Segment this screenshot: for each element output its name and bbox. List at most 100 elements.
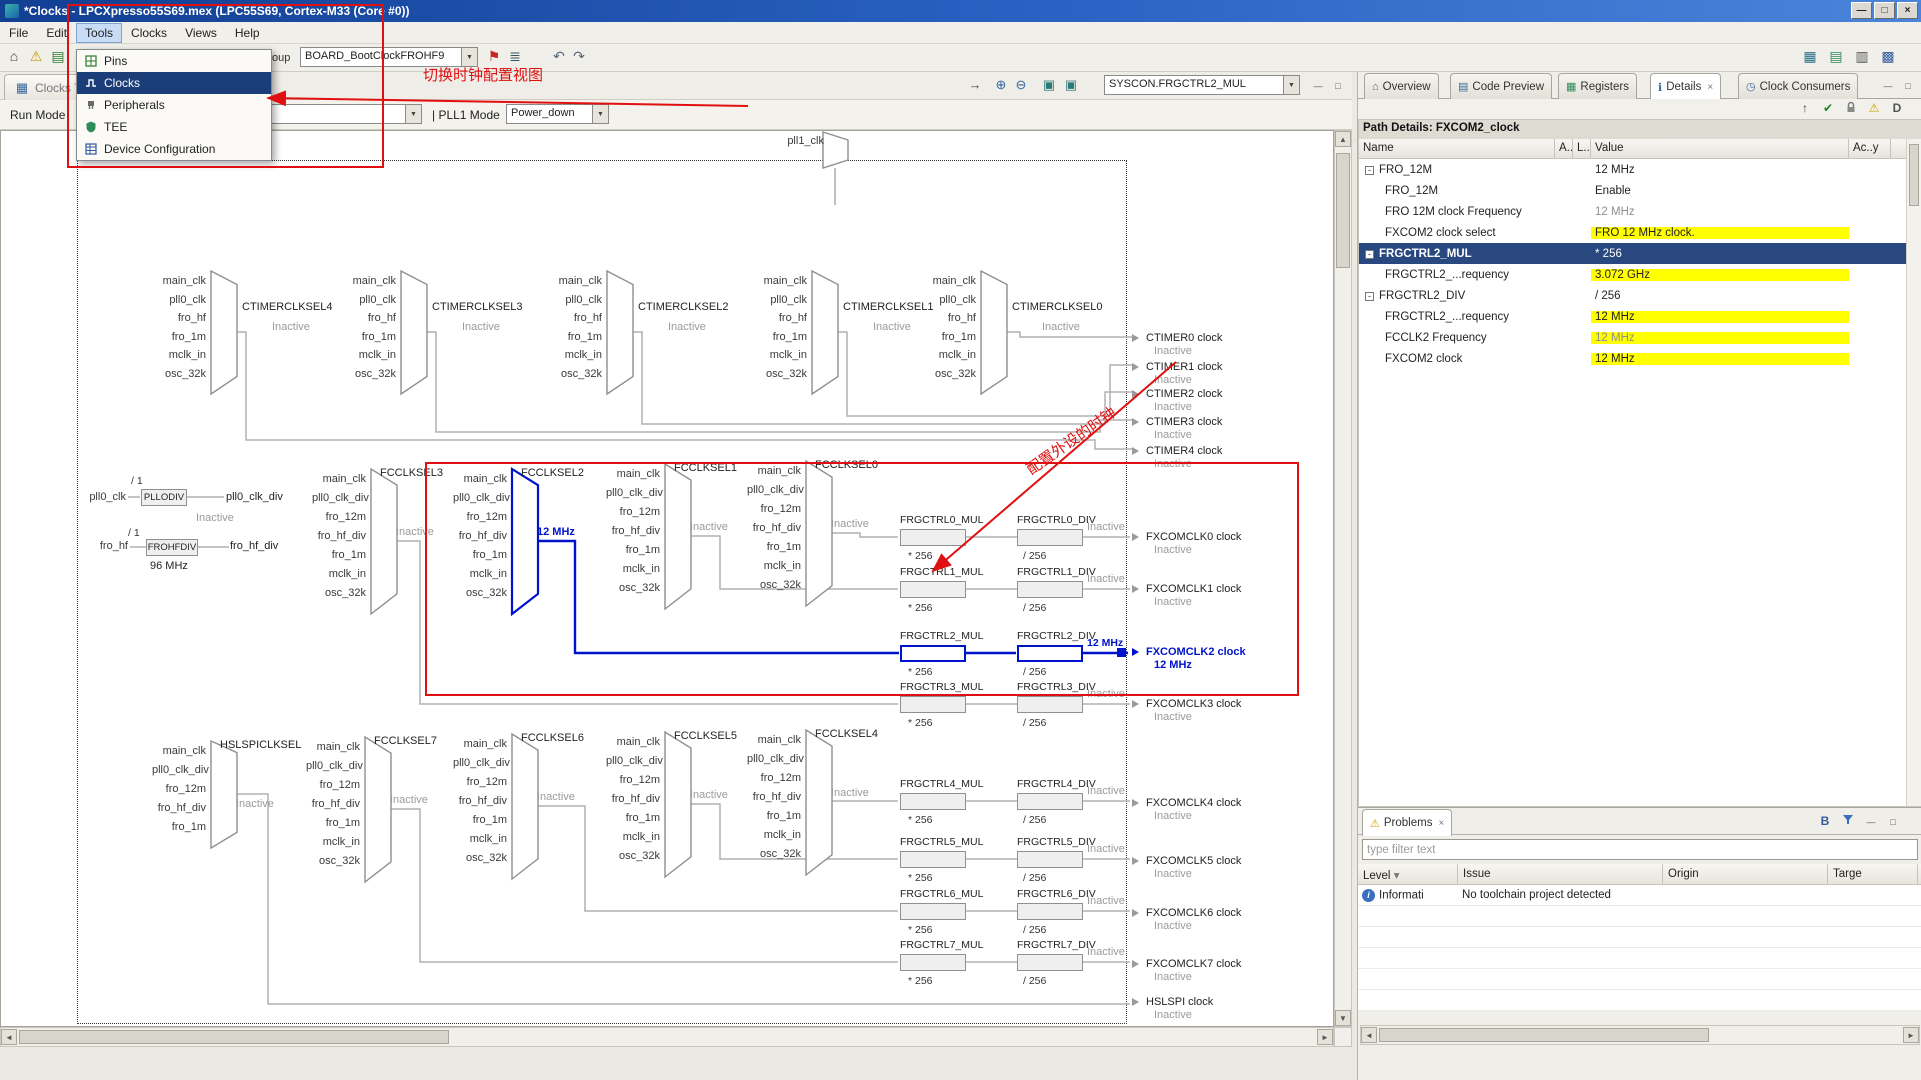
canvas-vertical-scrollbar[interactable]: ▲ ▼: [1334, 130, 1352, 1027]
menu-help[interactable]: Help: [226, 23, 269, 43]
scroll-right-icon[interactable]: ►: [1317, 1029, 1333, 1045]
details-row[interactable]: FRGCTRL2_...requency3.072 GHz: [1359, 264, 1921, 285]
tab-details[interactable]: ℹ Details ×: [1650, 73, 1721, 100]
undo-icon[interactable]: ↶: [549, 48, 569, 65]
scrollbar-thumb[interactable]: [1379, 1028, 1709, 1042]
close-tab-icon[interactable]: ×: [1707, 82, 1713, 93]
flag-icon[interactable]: ⚑: [484, 48, 504, 65]
problems-row[interactable]: iInformatiNo toolchain project detected: [1358, 885, 1921, 906]
tab-overview[interactable]: ⌂ Overview: [1364, 73, 1439, 99]
validate-icon[interactable]: ✔: [1819, 101, 1837, 115]
menu-item-peripherals[interactable]: Peripherals: [77, 94, 271, 116]
details-row[interactable]: FXCOM2 clock12 MHz: [1359, 348, 1921, 369]
collapse-all-icon[interactable]: ↑: [1796, 101, 1814, 115]
zoom-out-icon[interactable]: ⊖: [1012, 77, 1030, 93]
tab-code-preview[interactable]: ▤ Code Preview: [1450, 73, 1552, 99]
menu-item-clocks[interactable]: Clocks: [77, 72, 271, 94]
list-icon[interactable]: ≣: [505, 48, 525, 65]
problems-empty-row: [1358, 906, 1921, 927]
scroll-left-icon[interactable]: ◄: [1361, 1027, 1377, 1043]
column-issue[interactable]: Issue: [1458, 864, 1663, 884]
menu-item-pins[interactable]: Pins: [77, 50, 271, 72]
info-icon: i: [1362, 889, 1375, 902]
column-a[interactable]: A..: [1555, 139, 1573, 158]
menu-tools[interactable]: Tools: [76, 23, 122, 43]
details-row[interactable]: -FRGCTRL2_DIV/ 256: [1359, 285, 1921, 306]
combo-arrow-icon[interactable]: ▼: [1283, 76, 1299, 94]
minimize-panel-icon[interactable]: —: [1863, 814, 1879, 829]
filter-funnel-icon[interactable]: [1839, 814, 1857, 829]
redo-icon[interactable]: ↷: [569, 48, 589, 65]
lock-icon[interactable]: [1842, 101, 1860, 117]
scrollbar-thumb[interactable]: [1336, 153, 1350, 268]
expand-collapse-icon[interactable]: -: [1365, 250, 1374, 259]
maximize-view-icon[interactable]: □: [1330, 78, 1346, 93]
column-l[interactable]: L..: [1573, 139, 1591, 158]
column-target[interactable]: Targe: [1828, 864, 1918, 884]
zoom-in-icon[interactable]: ⊕: [992, 77, 1010, 93]
expand-collapse-icon[interactable]: -: [1365, 166, 1374, 175]
warnings-filter-icon[interactable]: ⚠: [1865, 101, 1883, 115]
fit-view-icon[interactable]: ▣: [1040, 77, 1058, 93]
details-vertical-scrollbar[interactable]: [1906, 139, 1921, 806]
home-icon[interactable]: ⌂: [4, 48, 24, 64]
problems-horizontal-scrollbar[interactable]: ◄ ►: [1360, 1025, 1920, 1045]
scroll-down-icon[interactable]: ▼: [1335, 1010, 1351, 1026]
close-tab-icon[interactable]: ×: [1438, 818, 1444, 829]
scrollbar-thumb[interactable]: [1909, 144, 1919, 206]
pll1-mode-combo[interactable]: Power_down ▼: [506, 104, 609, 124]
menu-item-tee[interactable]: TEE: [77, 116, 271, 138]
scroll-right-icon[interactable]: ►: [1903, 1027, 1919, 1043]
expand-collapse-icon[interactable]: -: [1365, 292, 1374, 301]
details-row[interactable]: -FRGCTRL2_MUL* 256: [1359, 243, 1921, 264]
title-bar[interactable]: *Clocks - LPCXpresso55S69.mex (LPC55S69,…: [0, 0, 1921, 22]
column-origin[interactable]: Origin: [1663, 864, 1828, 884]
details-row[interactable]: FRO 12M clock Frequency12 MHz: [1359, 201, 1921, 222]
pins-table-icon[interactable]: ▦: [1800, 48, 1820, 65]
overview-window-icon[interactable]: ▩: [1878, 48, 1898, 65]
close-button[interactable]: ×: [1897, 2, 1918, 19]
update-code-icon[interactable]: ▤: [48, 48, 68, 65]
details-row[interactable]: FRO_12MEnable: [1359, 180, 1921, 201]
problems-filter-input[interactable]: [1362, 839, 1918, 860]
maximize-panel-icon[interactable]: □: [1885, 814, 1901, 829]
letter-d-icon[interactable]: D: [1888, 101, 1906, 115]
scroll-up-icon[interactable]: ▲: [1335, 131, 1351, 147]
details-row[interactable]: FXCOM2 clock selectFRO 12 MHz clock.: [1359, 222, 1921, 243]
device-config-icon: [81, 143, 101, 155]
menu-bar: File Edit Tools Clocks Views Help: [0, 22, 1921, 44]
minimize-button[interactable]: —: [1851, 2, 1872, 19]
details-row[interactable]: FCCLK2 Frequency12 MHz: [1359, 327, 1921, 348]
selected-element-combo[interactable]: SYSCON.FRGCTRL2_MUL ▼: [1104, 75, 1300, 95]
pins-icon: [81, 55, 101, 67]
registers-table-icon[interactable]: ▥: [1852, 48, 1872, 65]
full-view-icon[interactable]: ▣: [1062, 77, 1080, 93]
maximize-panel-icon[interactable]: □: [1900, 78, 1916, 93]
letter-b-icon[interactable]: B: [1816, 814, 1834, 828]
go-to-icon[interactable]: →: [966, 77, 984, 92]
menu-file[interactable]: File: [0, 23, 37, 43]
canvas-horizontal-scrollbar[interactable]: ◄ ►: [0, 1027, 1334, 1047]
warning-icon[interactable]: ⚠: [26, 48, 46, 65]
column-accuracy[interactable]: Ac..y: [1849, 139, 1891, 158]
column-value[interactable]: Value: [1591, 139, 1849, 158]
peripherals-table-icon[interactable]: ▤: [1826, 48, 1846, 65]
combo-arrow-icon[interactable]: ▼: [592, 105, 608, 123]
details-row[interactable]: FRGCTRL2_...requency12 MHz: [1359, 306, 1921, 327]
tab-registers[interactable]: ▦ Registers: [1558, 73, 1637, 99]
tab-problems[interactable]: ⚠ Problems ×: [1362, 809, 1452, 836]
maximize-button[interactable]: □: [1874, 2, 1895, 19]
column-level[interactable]: Level ▾: [1358, 864, 1458, 884]
combo-arrow-icon[interactable]: ▼: [405, 105, 421, 123]
column-name[interactable]: Name: [1359, 139, 1555, 158]
menu-item-device-configuration[interactable]: Device Configuration: [77, 138, 271, 160]
scrollbar-thumb[interactable]: [19, 1030, 449, 1044]
tab-clock-consumers[interactable]: ◷ Clock Consumers: [1738, 73, 1858, 99]
menu-edit[interactable]: Edit: [37, 23, 76, 43]
minimize-view-icon[interactable]: —: [1310, 78, 1326, 93]
minimize-panel-icon[interactable]: —: [1880, 78, 1896, 93]
menu-clocks[interactable]: Clocks: [122, 23, 176, 43]
details-row[interactable]: -FRO_12M12 MHz: [1359, 159, 1921, 180]
menu-views[interactable]: Views: [176, 23, 226, 43]
scroll-left-icon[interactable]: ◄: [1, 1029, 17, 1045]
